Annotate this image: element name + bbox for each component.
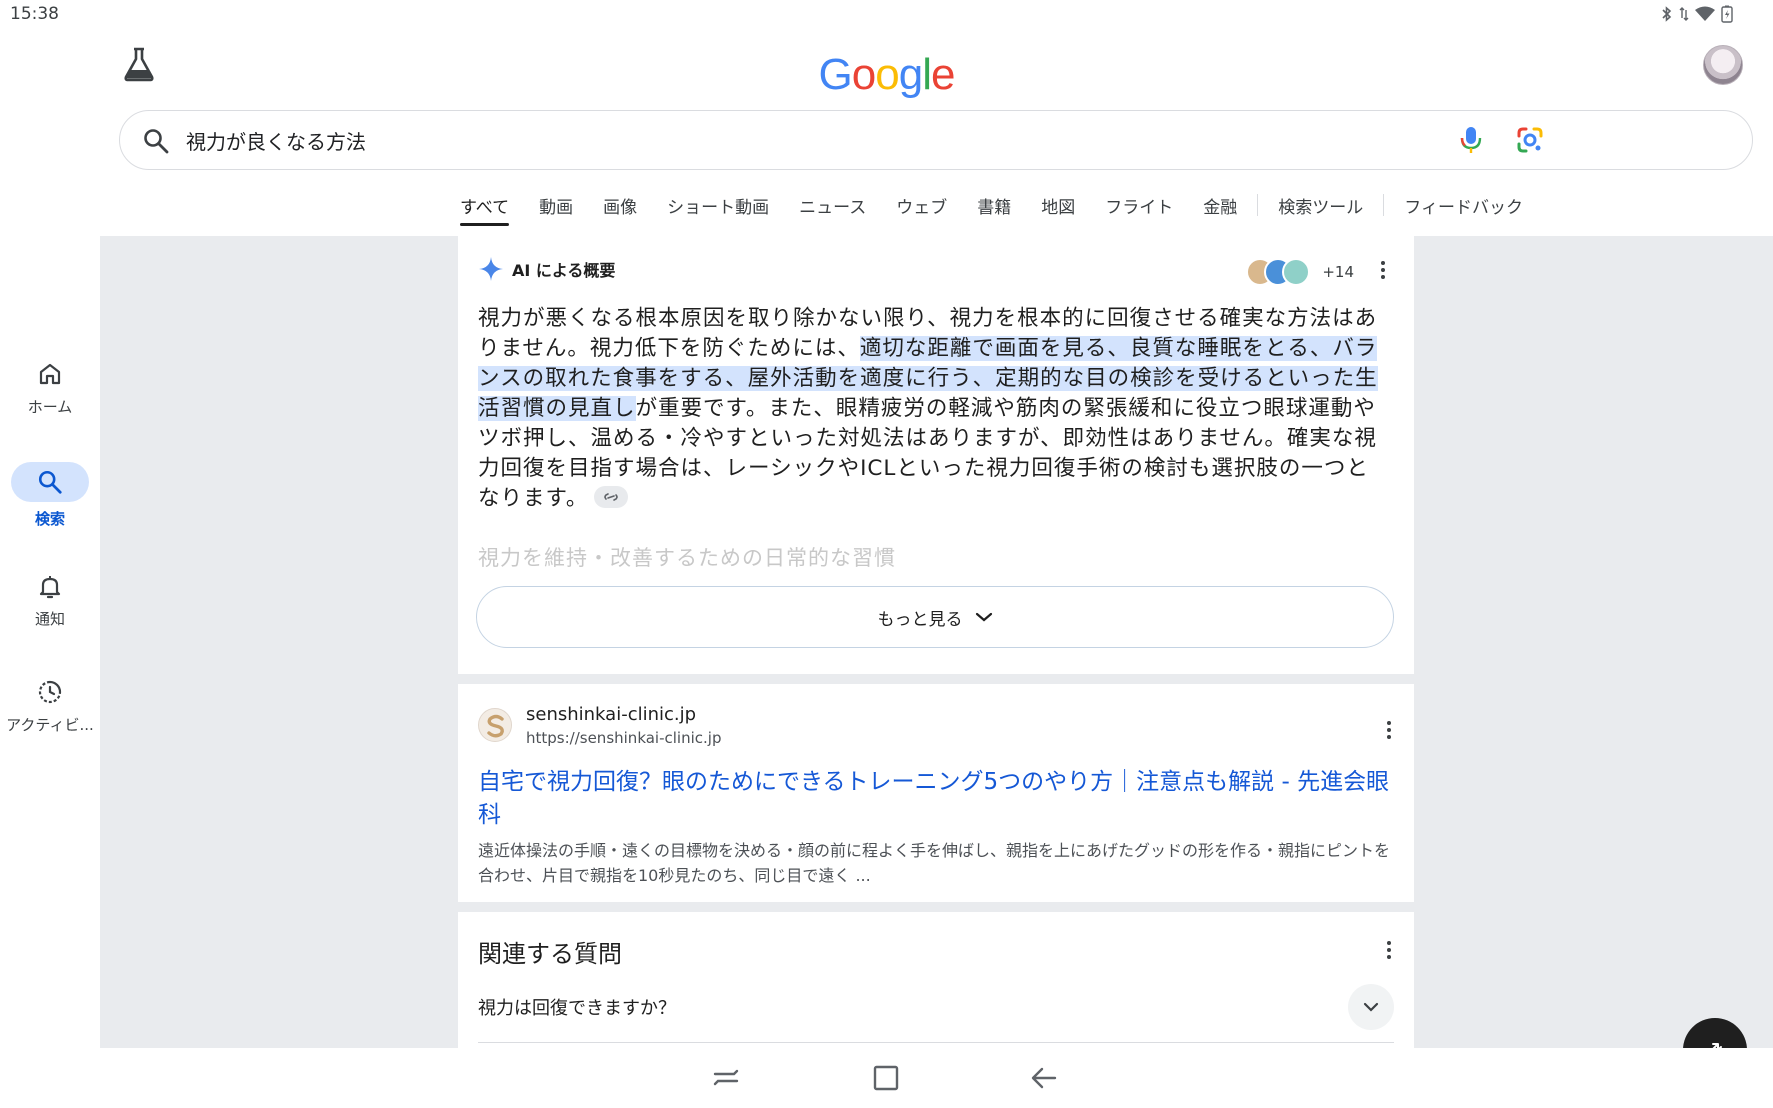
google-logo-letter: g xyxy=(898,50,924,99)
google-lens-icon[interactable] xyxy=(1515,125,1545,155)
bluetooth-icon xyxy=(1662,6,1672,22)
ai-overview-faded-heading: 視力を維持・改善するための日常的な習慣 xyxy=(478,546,896,570)
result-site-name[interactable]: senshinkai-clinic.jp xyxy=(526,704,696,725)
related-question-item[interactable]: 視力は回復できますか？ xyxy=(478,994,676,1020)
result-url[interactable]: https://senshinkai-clinic.jp xyxy=(526,729,721,747)
search-icon xyxy=(38,470,62,494)
search-tab[interactable]: 書籍 xyxy=(977,193,1011,226)
search-tab[interactable]: 動画 xyxy=(539,193,573,226)
data-transfer-icon xyxy=(1679,7,1689,21)
search-tabs: すべて 動画 画像 ショート動画 ニュース ウェブ 書籍 地図 フライト 金融 検索ツール フィードバ… xyxy=(460,192,1553,226)
google-logo-letter: G xyxy=(818,50,853,99)
home-square-icon[interactable] xyxy=(870,1062,902,1094)
search-tab[interactable]: フィードバック xyxy=(1404,193,1523,226)
more-vert-icon[interactable] xyxy=(1386,720,1392,740)
google-logo-letter: o xyxy=(875,50,900,99)
ai-overview-sources[interactable]: +14 xyxy=(1246,258,1354,286)
more-vert-icon[interactable] xyxy=(1380,260,1386,280)
status-time: 15:38 xyxy=(10,4,59,24)
ai-overview-card: AI による概要 +14 視力が悪くなる根本原因を取り除かない限り、視力を根本的… xyxy=(458,236,1414,674)
status-icons xyxy=(1661,5,1733,23)
chevron-down-icon xyxy=(975,612,992,622)
nav-search-pill xyxy=(11,462,89,502)
related-questions-title: 関連する質問 xyxy=(478,940,622,968)
site-favicon xyxy=(478,708,512,742)
nav-notifications[interactable]: 通知 xyxy=(0,572,100,629)
search-tab[interactable]: ウェブ xyxy=(896,193,947,226)
search-tab[interactable]: すべて xyxy=(460,193,510,226)
nav-notifications-label: 通知 xyxy=(34,610,65,628)
search-bar[interactable] xyxy=(119,110,1753,170)
sources-count: +14 xyxy=(1322,263,1354,281)
search-tab[interactable]: 検索ツール xyxy=(1278,193,1363,226)
search-input[interactable] xyxy=(186,123,1586,157)
ai-overview-label: AI による概要 xyxy=(512,261,616,280)
expand-question-button[interactable] xyxy=(1348,984,1394,1030)
nav-search-label: 検索 xyxy=(34,510,65,528)
activity-history-icon xyxy=(38,680,62,704)
related-questions-card: 関連する質問 視力は回復できますか？ xyxy=(458,912,1414,1048)
nav-home-label: ホーム xyxy=(27,398,73,416)
battery-charging-icon xyxy=(1721,5,1733,23)
recent-apps-icon[interactable] xyxy=(710,1062,742,1094)
ai-overview-header: AI による概要 xyxy=(478,256,615,282)
more-vert-icon[interactable] xyxy=(1386,940,1392,960)
gemini-sparkle-icon xyxy=(479,257,503,281)
search-icon xyxy=(144,129,169,154)
search-tab[interactable]: ニュース xyxy=(799,193,866,226)
nav-activity[interactable]: アクティビ... xyxy=(0,678,100,735)
google-logo-letter: l xyxy=(922,50,932,99)
ai-overview-text: 視力が悪くなる根本原因を取り除かない限り、視力を根本的に回復させる確実な方法はあ… xyxy=(478,304,1390,514)
system-navigation-bar xyxy=(0,1048,1773,1108)
search-tab[interactable]: ショート動画 xyxy=(667,193,769,226)
google-logo-letter: e xyxy=(930,50,956,99)
nav-home[interactable]: ホーム xyxy=(0,360,100,417)
show-more-label: もっと見る xyxy=(877,609,963,630)
tab-separator xyxy=(1383,194,1385,216)
search-result-card: senshinkai-clinic.jp https://senshinkai-… xyxy=(458,684,1414,902)
bell-icon xyxy=(39,576,61,599)
result-snippet: 遠近体操法の手順・遠くの目標物を決める・顔の前に程よく手を伸ばし、親指を上にあげ… xyxy=(478,841,1391,885)
search-tab[interactable]: 地図 xyxy=(1041,193,1075,226)
senshinkai-logo-icon xyxy=(487,714,504,738)
google-logo: Google xyxy=(0,50,1773,100)
voice-search-mic-icon[interactable] xyxy=(1456,125,1486,155)
show-more-button[interactable]: もっと見る xyxy=(476,586,1394,648)
tab-separator xyxy=(1257,194,1259,216)
source-favicon xyxy=(1282,258,1311,286)
home-icon xyxy=(39,363,61,385)
result-title-link[interactable]: 自宅で視力回復？眼のためにできるトレーニング5つのやり方｜注意点も解説 - 先進… xyxy=(478,766,1394,832)
chevron-down-icon xyxy=(1363,1002,1379,1012)
nav-activity-label: アクティビ... xyxy=(6,716,94,734)
search-tab[interactable]: 金融 xyxy=(1203,193,1237,226)
status-bar: 15:38 xyxy=(0,0,1773,28)
wifi-icon xyxy=(1695,6,1715,21)
account-avatar[interactable] xyxy=(1703,45,1743,85)
google-logo-letter: o xyxy=(851,50,877,99)
search-tab[interactable]: フライト xyxy=(1105,193,1173,226)
search-tab[interactable]: 画像 xyxy=(603,193,637,226)
back-arrow-icon[interactable] xyxy=(1028,1062,1060,1094)
nav-search[interactable]: 検索 xyxy=(0,462,100,529)
divider xyxy=(478,1042,1394,1043)
ai-source-link-chip[interactable] xyxy=(594,486,629,508)
link-icon xyxy=(604,493,619,501)
